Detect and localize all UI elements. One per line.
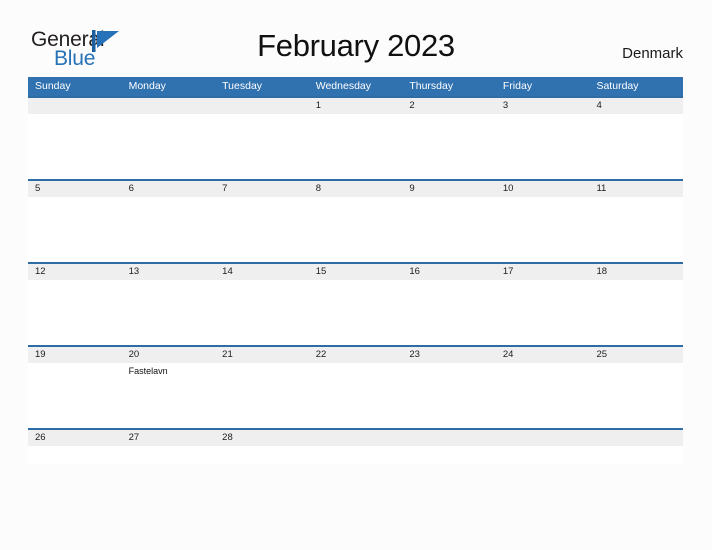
week-row: 26 27 28: [28, 428, 683, 464]
day-number[interactable]: 16: [402, 264, 496, 280]
day-cell[interactable]: [589, 363, 683, 428]
week-event-band: [28, 197, 683, 262]
week-date-band: 12 13 14 15 16 17 18: [28, 264, 683, 280]
day-cell[interactable]: [589, 197, 683, 262]
day-cell[interactable]: [496, 114, 590, 179]
day-number[interactable]: 13: [122, 264, 216, 280]
week-row: 1 2 3 4: [28, 96, 683, 179]
day-cell[interactable]: [402, 280, 496, 345]
week-event-band: Fastelavn: [28, 363, 683, 428]
calendar-page: General Blue February 2023 Denmark Sunda…: [0, 0, 712, 550]
day-cell[interactable]: [309, 197, 403, 262]
day-cell[interactable]: [589, 114, 683, 179]
day-number[interactable]: 27: [122, 430, 216, 446]
day-number[interactable]: [309, 430, 403, 446]
day-number[interactable]: 1: [309, 98, 403, 114]
day-number[interactable]: [589, 430, 683, 446]
day-cell[interactable]: [589, 446, 683, 464]
week-row: 12 13 14 15 16 17 18: [28, 262, 683, 345]
week-date-band: 1 2 3 4: [28, 98, 683, 114]
day-number[interactable]: [122, 98, 216, 114]
week-event-band: [28, 446, 683, 464]
week-event-band: [28, 114, 683, 179]
day-cell[interactable]: [215, 446, 309, 464]
day-number[interactable]: [496, 430, 590, 446]
day-cell[interactable]: [122, 446, 216, 464]
weekday-header-thursday: Thursday: [409, 80, 454, 92]
day-cell[interactable]: [402, 363, 496, 428]
calendar-grid: Sunday Monday Tuesday Wednesday Thursday…: [28, 77, 683, 464]
day-number[interactable]: 22: [309, 347, 403, 363]
weekday-header-wednesday: Wednesday: [315, 80, 371, 92]
day-number[interactable]: 17: [496, 264, 590, 280]
day-cell[interactable]: [496, 446, 590, 464]
week-date-band: 19 20 21 22 23 24 25: [28, 347, 683, 363]
day-number[interactable]: 28: [215, 430, 309, 446]
day-number[interactable]: 23: [402, 347, 496, 363]
week-date-band: 5 6 7 8 9 10 11: [28, 181, 683, 197]
page-title: February 2023: [257, 28, 455, 63]
day-cell[interactable]: [402, 197, 496, 262]
day-cell[interactable]: [215, 363, 309, 428]
day-cell[interactable]: [28, 280, 122, 345]
day-cell[interactable]: [496, 363, 590, 428]
day-number[interactable]: 25: [589, 347, 683, 363]
day-number[interactable]: [402, 430, 496, 446]
day-number[interactable]: 11: [589, 181, 683, 197]
weekday-header-friday: Friday: [502, 80, 533, 92]
weekday-header-row: Sunday Monday Tuesday Wednesday Thursday…: [28, 77, 683, 96]
week-row: 5 6 7 8 9 10 11: [28, 179, 683, 262]
day-number[interactable]: 9: [402, 181, 496, 197]
day-cell[interactable]: [28, 197, 122, 262]
day-cell[interactable]: [122, 114, 216, 179]
day-cell[interactable]: [215, 280, 309, 345]
day-number[interactable]: 6: [122, 181, 216, 197]
day-number[interactable]: 21: [215, 347, 309, 363]
week-event-band: [28, 280, 683, 345]
day-cell[interactable]: [122, 197, 216, 262]
day-cell[interactable]: [28, 114, 122, 179]
day-cell[interactable]: Fastelavn: [122, 363, 216, 428]
day-number[interactable]: 4: [589, 98, 683, 114]
day-number[interactable]: 19: [28, 347, 122, 363]
day-number[interactable]: [28, 98, 122, 114]
day-cell[interactable]: [28, 363, 122, 428]
weekday-header-sunday: Sunday: [35, 80, 71, 92]
country-label: Denmark: [622, 45, 683, 62]
day-cell[interactable]: [402, 114, 496, 179]
day-number[interactable]: 7: [215, 181, 309, 197]
day-cell[interactable]: [215, 197, 309, 262]
day-cell[interactable]: [496, 197, 590, 262]
week-date-band: 26 27 28: [28, 430, 683, 446]
day-number[interactable]: 8: [309, 181, 403, 197]
day-cell[interactable]: [589, 280, 683, 345]
day-event-text: Fastelavn: [128, 366, 168, 376]
day-number[interactable]: 20: [122, 347, 216, 363]
day-number[interactable]: 5: [28, 181, 122, 197]
day-number[interactable]: 2: [402, 98, 496, 114]
day-cell[interactable]: [309, 280, 403, 345]
day-cell[interactable]: [496, 280, 590, 345]
day-number[interactable]: [215, 98, 309, 114]
day-cell[interactable]: [28, 446, 122, 464]
weekday-header-saturday: Saturday: [596, 80, 639, 92]
day-cell[interactable]: [402, 446, 496, 464]
day-number[interactable]: 10: [496, 181, 590, 197]
day-number[interactable]: 26: [28, 430, 122, 446]
day-number[interactable]: 14: [215, 264, 309, 280]
day-number[interactable]: 15: [309, 264, 403, 280]
day-cell[interactable]: [122, 280, 216, 345]
week-row: 19 20 21 22 23 24 25 Fastelavn: [28, 345, 683, 428]
day-number[interactable]: 3: [496, 98, 590, 114]
day-cell[interactable]: [215, 114, 309, 179]
day-number[interactable]: 24: [496, 347, 590, 363]
page-header: General Blue February 2023 Denmark: [0, 0, 712, 76]
day-number[interactable]: 18: [589, 264, 683, 280]
day-cell[interactable]: [309, 114, 403, 179]
day-cell[interactable]: [309, 446, 403, 464]
weekday-header-monday: Monday: [128, 80, 166, 92]
weekday-header-tuesday: Tuesday: [222, 80, 263, 92]
day-cell[interactable]: [309, 363, 403, 428]
day-number[interactable]: 12: [28, 264, 122, 280]
